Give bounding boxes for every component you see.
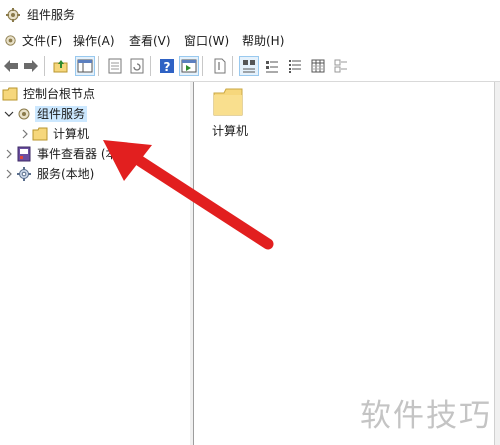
export-icon (214, 58, 226, 74)
toolbar-separator (44, 56, 45, 76)
show-hide-tree-button[interactable] (75, 56, 95, 76)
folder-icon (32, 127, 48, 141)
chevron-right-icon[interactable] (18, 127, 32, 141)
custom-view-icon (334, 59, 347, 73)
computers-folder-icon[interactable] (213, 88, 243, 116)
svg-text:?: ? (164, 60, 171, 74)
back-button[interactable] (2, 57, 20, 75)
tree-item-label: 控制台根节点 (23, 87, 96, 101)
tree-item-computers[interactable]: 计算机 (0, 124, 190, 144)
chevron-down-icon[interactable] (2, 107, 16, 121)
up-folder-icon (53, 60, 68, 73)
list-view-icon (289, 60, 301, 73)
toolbar-separator (232, 56, 233, 76)
refresh-icon (130, 58, 144, 74)
menu-action[interactable]: 操作(A) (73, 34, 115, 49)
detail-view-icon (311, 59, 325, 73)
view-detail-button[interactable] (309, 57, 327, 75)
chevron-right-icon[interactable] (2, 147, 16, 161)
action-pane-icon (181, 59, 197, 73)
menu-window[interactable]: 窗口(W) (184, 34, 229, 49)
refresh-button[interactable] (128, 57, 146, 75)
forward-button[interactable] (22, 57, 40, 75)
tree-item-component-services[interactable]: 组件服务 (0, 104, 190, 124)
action-pane-edge (494, 82, 500, 445)
tree-item-services-local[interactable]: 服务(本地) (0, 164, 190, 184)
export-list-button[interactable] (210, 57, 228, 75)
toolbar-separator (98, 56, 99, 76)
view-custom-button[interactable] (332, 57, 350, 75)
watermark-text: 软件技巧 (360, 398, 492, 434)
tree-item-label: 事件查看器 (本 (37, 147, 118, 161)
small-icons-icon (266, 61, 278, 73)
help-button[interactable]: ? (158, 57, 176, 75)
tree-item-label: 计算机 (53, 127, 90, 141)
component-services-icon (6, 8, 20, 22)
view-small-icons-button[interactable] (263, 57, 281, 75)
view-large-icons-button[interactable] (239, 56, 259, 76)
menu-file[interactable]: 文件(F) (22, 34, 62, 49)
folder-icon (2, 87, 18, 101)
large-icons-icon (243, 60, 255, 73)
tree-item-label: 组件服务 (35, 106, 88, 122)
chevron-right-icon[interactable] (2, 167, 16, 181)
properties-icon (108, 58, 122, 74)
back-arrow-icon (4, 60, 18, 72)
console-tree-icon (77, 59, 93, 73)
system-menu-icon[interactable] (3, 33, 18, 48)
event-viewer-icon (17, 146, 31, 162)
toolbar-separator (202, 56, 203, 76)
up-level-button[interactable] (52, 57, 70, 75)
help-icon: ? (160, 59, 174, 74)
folder-caption: 计算机 (212, 124, 249, 138)
tree-item-label: 服务(本地) (37, 167, 95, 181)
console-tree-pane[interactable]: 控制台根节点 组件服务 计算机 事件查看器 (本 服务(本地) (0, 82, 191, 445)
show-hide-action-pane-button[interactable] (179, 56, 199, 76)
menu-view[interactable]: 查看(V) (129, 34, 171, 49)
services-gear-icon (17, 167, 31, 181)
properties-button[interactable] (106, 57, 124, 75)
tree-item-event-viewer[interactable]: 事件查看器 (本 (0, 144, 190, 164)
view-list-button[interactable] (286, 57, 304, 75)
tree-item-console-root[interactable]: 控制台根节点 (0, 84, 190, 104)
component-services-icon (18, 108, 30, 120)
window-title: 组件服务 (27, 8, 76, 22)
forward-arrow-icon (24, 60, 38, 72)
menu-help[interactable]: 帮助(H) (242, 34, 284, 49)
toolbar-separator (150, 56, 151, 76)
